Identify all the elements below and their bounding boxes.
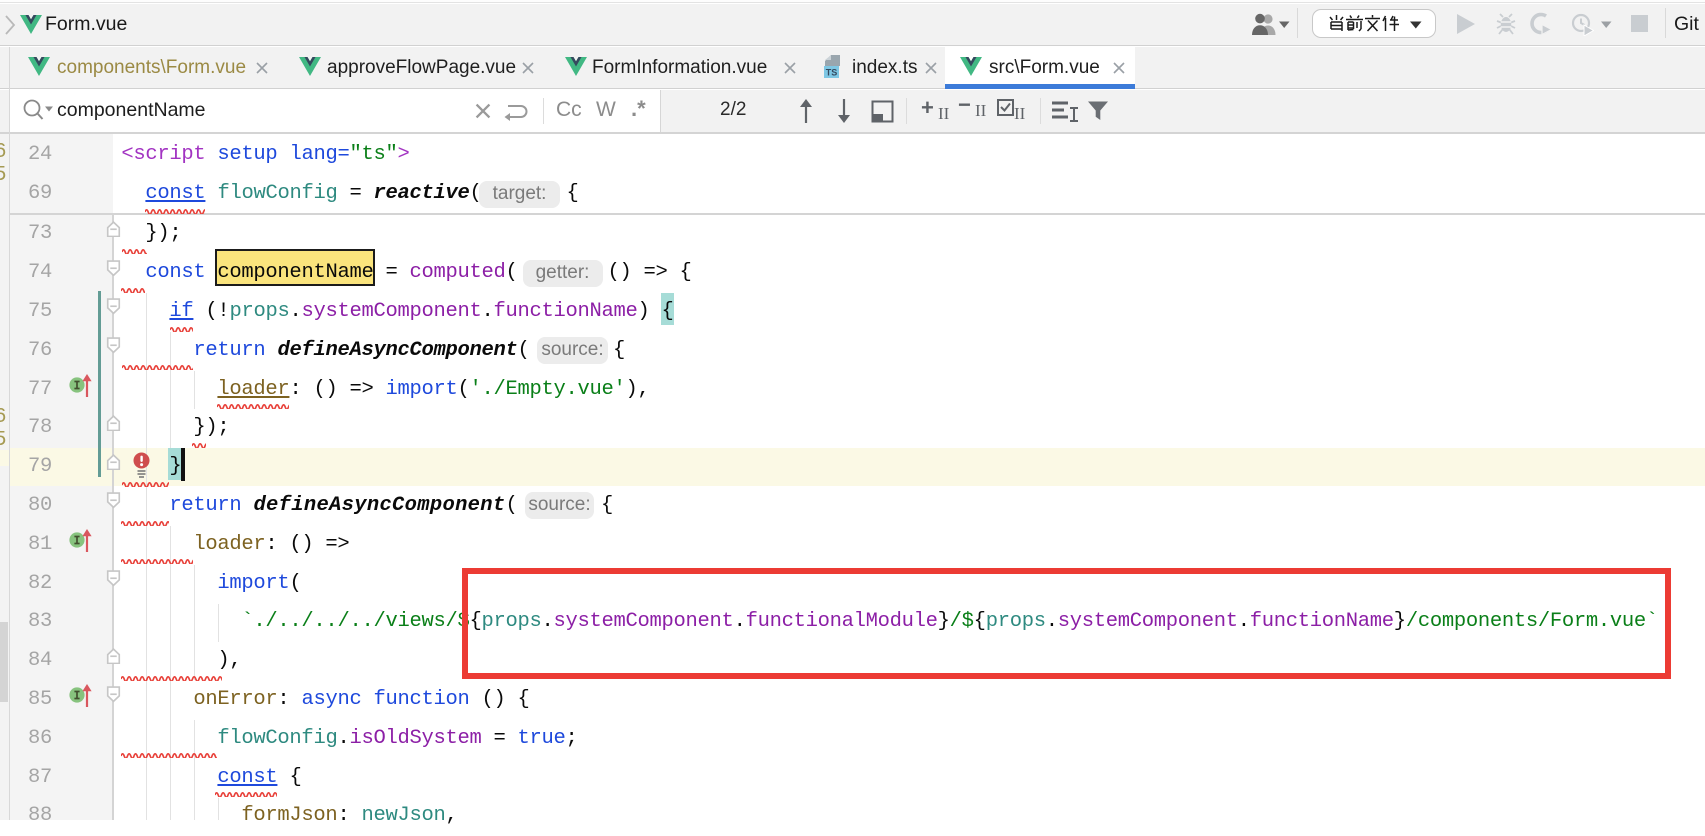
svg-text:TS: TS (826, 68, 838, 78)
